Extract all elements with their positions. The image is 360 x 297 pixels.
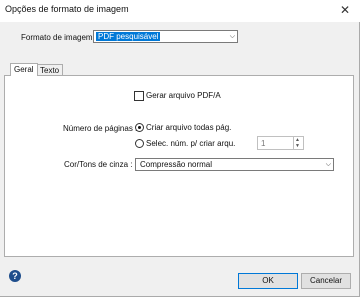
- image-format-value: PDF pesquisável: [96, 32, 161, 41]
- cancel-button[interactable]: Cancelar: [301, 273, 351, 289]
- tab-general[interactable]: Geral: [10, 63, 38, 76]
- generate-pdfa-checkbox[interactable]: [134, 91, 144, 101]
- stepper-buttons[interactable]: ▲ ▼: [293, 137, 303, 149]
- radio-select-pages[interactable]: [135, 139, 144, 148]
- window-title: Opções de formato de imagem: [5, 4, 129, 14]
- help-icon[interactable]: ?: [9, 270, 21, 282]
- chevron-down-icon: ⌵: [325, 161, 331, 168]
- image-format-select[interactable]: PDF pesquisável ⌵: [93, 30, 238, 43]
- radio-selected-dot: [138, 126, 141, 129]
- close-icon[interactable]: ✕: [330, 0, 360, 22]
- radio-all-pages-label: Criar arquivo todas pág.: [146, 123, 232, 132]
- ok-button[interactable]: OK: [238, 273, 298, 289]
- color-label: Cor/Tons de cinza :: [64, 160, 133, 169]
- page-count-stepper[interactable]: 1 ▲ ▼: [257, 136, 304, 150]
- radio-select-pages-label: Selec. núm. p/ criar arqu.: [146, 139, 236, 148]
- color-select[interactable]: Compressão normal ⌵: [135, 158, 334, 171]
- generate-pdfa-label: Gerar arquivo PDF/A: [146, 91, 221, 100]
- image-format-label: Formato de imagem :: [21, 33, 98, 42]
- radio-all-pages[interactable]: [135, 123, 144, 132]
- page-count-value: 1: [261, 139, 266, 148]
- title-bar: Opções de formato de imagem ✕: [0, 0, 360, 22]
- chevron-down-icon: ⌵: [229, 33, 235, 40]
- page-count-label: Número de páginas :: [63, 124, 138, 133]
- color-value: Compressão normal: [140, 160, 213, 169]
- stepper-down-icon[interactable]: ▼: [295, 143, 300, 149]
